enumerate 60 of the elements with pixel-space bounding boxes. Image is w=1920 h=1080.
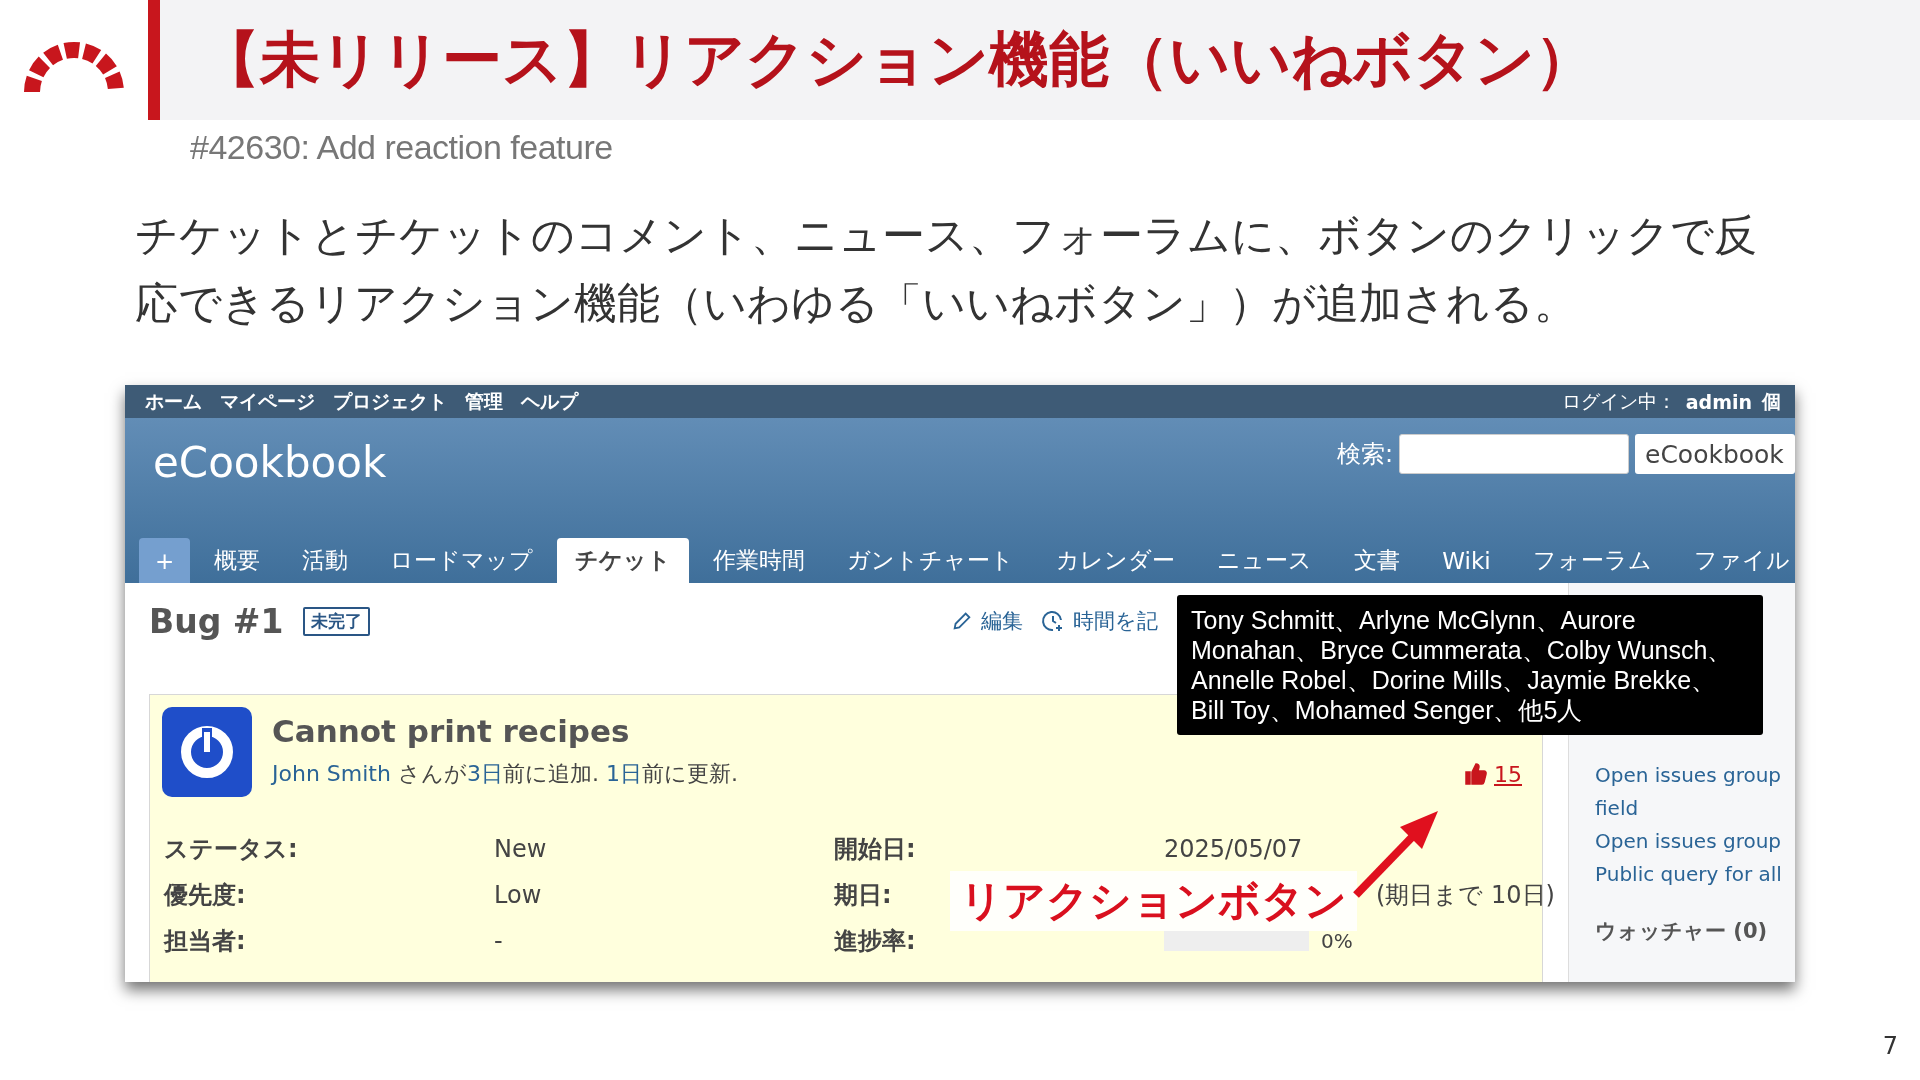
slide-title: 【未リリース】リアクション機能（いいねボタン） (200, 22, 1595, 96)
project-tab[interactable]: ロードマップ (372, 538, 552, 583)
reaction-button[interactable]: 15 (1464, 761, 1522, 787)
top-menu-item[interactable]: ホーム (145, 388, 202, 415)
project-tab[interactable]: 活動 (284, 538, 367, 583)
issue-subject: Cannot print recipes (272, 713, 630, 749)
annotation-label: リアクションボタン (950, 871, 1357, 931)
status-badge: 未完了 (303, 606, 371, 636)
project-tab[interactable]: チケット (557, 538, 690, 583)
issue-byline: John Smith さんが3日前に追加. 1日前に更新. (272, 760, 738, 788)
log-time-link[interactable]: 時間を記 (1041, 607, 1158, 635)
attribute-value: New (494, 834, 547, 865)
watchers-heading: ウォッチャー (0) (1595, 918, 1769, 945)
attribute-value: (期日まで 10日) (1376, 880, 1555, 911)
top-menu-item[interactable]: マイページ (220, 388, 315, 415)
attribute-label: ステータス: (164, 834, 298, 865)
query-link[interactable]: Public query for all (1595, 858, 1782, 891)
login-label: ログイン中： (1561, 388, 1676, 414)
project-tab[interactable]: フォーラム (1514, 538, 1670, 583)
pencil-icon (951, 610, 973, 632)
project-tab[interactable]: Wiki (1424, 538, 1509, 583)
added-time-link[interactable]: 3日 (466, 761, 503, 786)
project-title: eCookbook (153, 438, 387, 487)
attribute-value: 2025/05/07 (1164, 834, 1303, 865)
project-select[interactable]: eCookbook (1635, 434, 1795, 474)
slide-subtitle: #42630: Add reaction feature (190, 128, 614, 167)
project-tab[interactable]: 概要 (196, 538, 279, 583)
author-link[interactable]: John Smith (272, 761, 391, 786)
search-field[interactable] (1399, 434, 1629, 474)
project-tab[interactable]: ニュース (1199, 538, 1331, 583)
reaction-tooltip: Tony Schmitt、Arlyne McGlynn、Aurore Monahan、Bryce Cummerata、Colby Wunsch、Annelle Robel、Dorine Mills、Jaymie Brekke、Bill Toy、Mohamed Senger、他5人 (1177, 595, 1763, 735)
project-tab[interactable]: カレンダー (1038, 538, 1194, 583)
query-link[interactable]: field (1595, 792, 1639, 825)
edit-link[interactable]: 編集 (951, 607, 1023, 635)
project-tab[interactable]: 作業時間 (695, 538, 824, 583)
updated-time-link[interactable]: 1日 (605, 761, 642, 786)
attribute-label: 進捗率: (834, 926, 916, 957)
query-link[interactable]: Open issues group (1595, 825, 1781, 858)
top-menu-item[interactable]: プロジェクト (333, 388, 447, 415)
page-number: 7 (1882, 1032, 1898, 1060)
avatar-icon (162, 707, 252, 797)
project-tab[interactable]: ファイル (1675, 538, 1795, 583)
query-link[interactable]: Open issues group (1595, 759, 1781, 792)
project-tab[interactable]: ガントチャート (829, 538, 1033, 583)
issue-heading: Bug #1 (149, 601, 284, 641)
attribute-label: 期日: (834, 880, 892, 911)
slide-body-text: チケットとチケットのコメント、ニュース、フォーラムに、ボタンのクリックで反応できるリアクション機能（いわゆる「いいねボタン」）が追加される。 (135, 209, 1758, 330)
project-tab[interactable]: 文書 (1336, 538, 1419, 583)
clock-plus-icon (1041, 609, 1065, 633)
attribute-value: Low (494, 880, 542, 911)
search-label: 検索: (1336, 439, 1393, 470)
attribute-label: 担当者: (164, 926, 246, 957)
top-menu-item[interactable]: ヘルプ (521, 388, 578, 415)
progress-percent: 0% (1321, 929, 1353, 953)
top-menu-item[interactable]: 個 (1762, 388, 1781, 415)
login-user-link[interactable]: admin (1685, 390, 1752, 413)
attribute-label: 優先度: (164, 880, 246, 911)
top-menu-item[interactable]: 管理 (465, 388, 503, 415)
attribute-value: - (494, 926, 503, 957)
attribute-label: 開始日: (834, 834, 916, 865)
